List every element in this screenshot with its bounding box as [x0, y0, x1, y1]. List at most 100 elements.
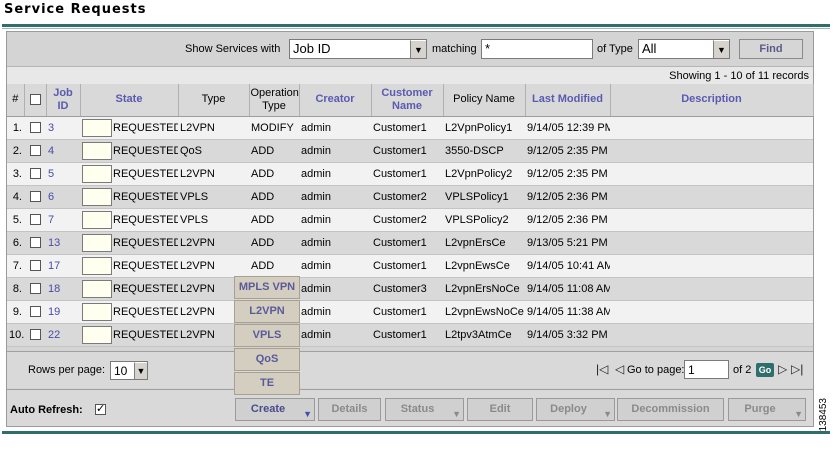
row-job-id[interactable]: 19: [46, 300, 80, 324]
row-select-checkbox[interactable]: [29, 145, 41, 157]
rows-per-page-select[interactable]: 10 ▼: [110, 361, 148, 380]
row-select-checkbox[interactable]: [29, 260, 41, 272]
details-button[interactable]: Details: [318, 398, 381, 421]
row-select-checkbox[interactable]: [29, 283, 41, 295]
col-header-description[interactable]: Description: [610, 84, 814, 117]
page-number-input[interactable]: 1: [684, 360, 729, 379]
row-select-checkbox[interactable]: [29, 168, 41, 180]
table-row[interactable]: 10. 22 REQUESTED L2VPN admin Customer1 L2tpv3A…: [7, 323, 813, 347]
row-checkbox-cell[interactable]: [24, 162, 46, 186]
table-row[interactable]: 3. 5 REQUESTED L2VPN ADD admin Customer1 L2VpnP…: [7, 162, 813, 186]
state-indicator: [82, 325, 112, 344]
col-header-creator[interactable]: Creator: [299, 84, 372, 117]
row-last-modified: 9/14/05 10:41 AM: [525, 254, 610, 278]
chevron-down-icon[interactable]: ▼: [713, 40, 729, 58]
matching-label: matching: [432, 43, 477, 55]
col-header-state[interactable]: State: [80, 84, 179, 117]
state-indicator: [82, 302, 112, 321]
table-row[interactable]: 8. 18 REQUESTED L2VPN admin Customer3 L2vpnErs…: [7, 277, 813, 301]
row-select-checkbox[interactable]: [29, 306, 41, 318]
row-select-checkbox[interactable]: [29, 329, 41, 341]
menu-item-vpls[interactable]: VPLS: [234, 324, 300, 347]
table-row[interactable]: 9. 19 REQUESTED L2VPN admin Customer1 L2vpnEws…: [7, 300, 813, 324]
row-operation-type: ADD: [249, 208, 299, 232]
type-select[interactable]: All ▼: [638, 39, 730, 59]
table-row[interactable]: 7. 17 REQUESTED L2VPN ADD admin Customer1 L2vpn…: [7, 254, 813, 278]
table-row[interactable]: 4. 6 REQUESTED VPLS ADD admin Customer2 VPLSPol…: [7, 185, 813, 209]
row-job-id[interactable]: 7: [46, 208, 80, 232]
col-header-last-modified[interactable]: Last Modified: [525, 84, 611, 117]
menu-item-te[interactable]: TE: [234, 372, 300, 395]
row-description: [610, 300, 813, 324]
first-page-icon[interactable]: |◁: [596, 362, 608, 376]
col-header-customer-name[interactable]: Customer Name: [371, 84, 444, 117]
row-checkbox-cell[interactable]: [24, 277, 46, 301]
row-checkbox-cell[interactable]: [24, 323, 46, 347]
row-job-id[interactable]: 17: [46, 254, 80, 278]
table-row[interactable]: 6. 13 REQUESTED L2VPN ADD admin Customer1 L2vpn…: [7, 231, 813, 255]
menu-item-qos[interactable]: QoS: [234, 348, 300, 371]
row-checkbox-cell[interactable]: [24, 231, 46, 255]
row-index: 9.: [7, 300, 24, 324]
row-job-id[interactable]: 5: [46, 162, 80, 186]
previous-page-icon[interactable]: ◁: [615, 362, 624, 376]
row-select-checkbox[interactable]: [29, 191, 41, 203]
row-description: [610, 185, 813, 209]
col-header-job-id[interactable]: Job ID: [46, 84, 81, 117]
table-row[interactable]: 1. 3 REQUESTED L2VPN MODIFY admin Customer1 L2V…: [7, 116, 813, 140]
purge-button[interactable]: Purge ▼: [728, 398, 806, 421]
chevron-down-icon[interactable]: ▼: [603, 404, 612, 425]
filter-field-select[interactable]: Job ID ▼: [289, 39, 427, 59]
row-checkbox-cell[interactable]: [24, 185, 46, 209]
last-page-icon[interactable]: ▷|: [791, 362, 803, 376]
row-state: REQUESTED: [80, 231, 178, 255]
row-description: [610, 254, 813, 278]
create-button[interactable]: Create ▼: [235, 398, 315, 421]
decommission-button[interactable]: Decommission: [617, 398, 724, 421]
row-last-modified: 9/14/05 11:38 AM: [525, 300, 610, 324]
menu-item-mpls-vpn[interactable]: MPLS VPN: [234, 276, 300, 299]
go-button[interactable]: Go: [756, 363, 774, 377]
row-job-id[interactable]: 6: [46, 185, 80, 209]
row-description: [610, 208, 813, 232]
row-state: REQUESTED: [80, 277, 178, 301]
row-job-id[interactable]: 22: [46, 323, 80, 347]
matching-input[interactable]: *: [481, 39, 593, 59]
row-state: REQUESTED: [80, 116, 178, 140]
state-text: REQUESTED: [113, 144, 178, 157]
row-checkbox-cell[interactable]: [24, 300, 46, 324]
purge-button-label: Purge: [744, 403, 776, 415]
col-header-select-all[interactable]: [24, 84, 47, 117]
edit-button[interactable]: Edit: [467, 398, 533, 421]
row-job-id[interactable]: 13: [46, 231, 80, 255]
row-checkbox-cell[interactable]: [24, 139, 46, 163]
chevron-down-icon[interactable]: ▼: [410, 40, 426, 58]
row-select-checkbox[interactable]: [29, 237, 41, 249]
chevron-down-icon[interactable]: ▼: [794, 404, 803, 425]
table-row[interactable]: 5. 7 REQUESTED VPLS ADD admin Customer2 VPLSPol…: [7, 208, 813, 232]
row-job-id[interactable]: 4: [46, 139, 80, 163]
table-row[interactable]: 2. 4 REQUESTED QoS ADD admin Customer1 3550-DSC…: [7, 139, 813, 163]
chevron-down-icon[interactable]: ▼: [452, 404, 461, 425]
menu-item-l2vpn[interactable]: L2VPN: [234, 300, 300, 323]
row-checkbox-cell[interactable]: [24, 254, 46, 278]
chevron-down-icon[interactable]: ▼: [303, 404, 312, 425]
deploy-button[interactable]: Deploy ▼: [536, 398, 615, 421]
row-checkbox-cell[interactable]: [24, 208, 46, 232]
row-creator: admin: [299, 116, 371, 140]
state-indicator: [82, 210, 112, 229]
chevron-down-icon[interactable]: ▼: [134, 362, 147, 379]
find-button[interactable]: Find: [739, 39, 803, 59]
row-checkbox-cell[interactable]: [24, 116, 46, 140]
select-all-checkbox[interactable]: [29, 93, 41, 105]
row-customer-name: Customer2: [371, 185, 443, 209]
status-button[interactable]: Status ▼: [385, 398, 464, 421]
auto-refresh-checkbox[interactable]: ✓: [95, 403, 106, 415]
row-job-id[interactable]: 3: [46, 116, 80, 140]
row-select-checkbox[interactable]: [29, 214, 41, 226]
row-job-id[interactable]: 18: [46, 277, 80, 301]
row-customer-name: Customer1: [371, 231, 443, 255]
next-page-icon[interactable]: ▷: [778, 362, 787, 376]
row-creator: admin: [299, 277, 371, 301]
row-select-checkbox[interactable]: [29, 122, 41, 134]
